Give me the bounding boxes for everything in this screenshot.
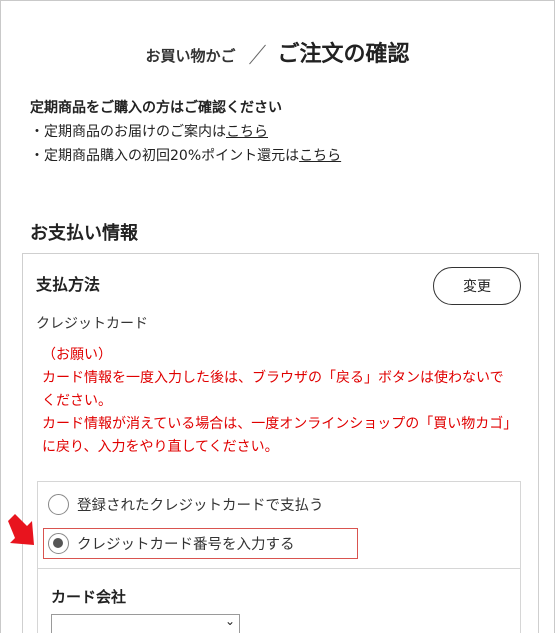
- notice-line-delivery-text: ・定期商品のお届けのご案内は: [30, 124, 226, 140]
- card-warning-message: （お願い） カード情報を一度入力した後は、ブラウザの「戻る」ボタンは使わないでく…: [42, 344, 512, 459]
- change-payment-button[interactable]: 変更: [433, 267, 521, 305]
- notice-line-points: ・定期商品購入の初回20%ポイント還元はこちら: [30, 144, 341, 168]
- notice-heading: 定期商品をご購入の方はご確認ください: [30, 100, 282, 116]
- payment-method-value: クレジットカード: [36, 316, 148, 332]
- warning-line: カード情報を一度入力した後は、ブラウザの「戻る」ボタンは使わないでください。: [42, 370, 504, 409]
- registered-card-option[interactable]: 登録されたクレジットカードで支払う: [48, 494, 324, 515]
- enter-card-number-radio[interactable]: [48, 533, 69, 554]
- payment-section-title: お支払い情報: [30, 223, 138, 244]
- payment-method-label: 支払方法: [36, 275, 101, 294]
- enter-card-number-label: クレジットカード番号を入力する: [77, 537, 295, 553]
- points-info-link[interactable]: こちら: [299, 148, 341, 164]
- notice-line-delivery: ・定期商品のお届けのご案内はこちら: [30, 120, 341, 144]
- card-company-select[interactable]: ⌄: [51, 614, 240, 633]
- chevron-down-icon: ⌄: [224, 614, 235, 628]
- subscription-notice: 定期商品をご購入の方はご確認ください ・定期商品のお届けのご案内はこちら ・定期…: [30, 96, 341, 168]
- enter-card-number-option[interactable]: クレジットカード番号を入力する: [43, 528, 358, 559]
- delivery-info-link[interactable]: こちら: [226, 124, 268, 140]
- breadcrumb-separator: [248, 43, 268, 65]
- warning-line: （お願い）: [42, 347, 112, 363]
- divider: [38, 568, 520, 569]
- notice-line-points-text: ・定期商品購入の初回20%ポイント還元は: [30, 148, 300, 164]
- card-company-label: カード会社: [51, 588, 127, 606]
- card-options-panel: 登録されたクレジットカードで支払う クレジットカード番号を入力する カード会社 …: [37, 481, 521, 633]
- arrow-shape: [8, 514, 34, 545]
- breadcrumb-cart[interactable]: お買い物かご: [145, 47, 235, 65]
- page-heading: ご注文の確認: [277, 42, 410, 67]
- registered-card-label: 登録されたクレジットカードで支払う: [77, 498, 324, 514]
- red-arrow-icon: [8, 514, 34, 545]
- registered-card-radio[interactable]: [48, 494, 69, 515]
- payment-panel: 支払方法 変更 クレジットカード （お願い） カード情報を一度入力した後は、ブラ…: [22, 253, 539, 633]
- page-title: お買い物かご ご注文の確認: [0, 36, 555, 68]
- warning-line: カード情報が消えている場合は、一度オンラインショップの「買い物カゴ」に戻り、入力…: [42, 416, 511, 455]
